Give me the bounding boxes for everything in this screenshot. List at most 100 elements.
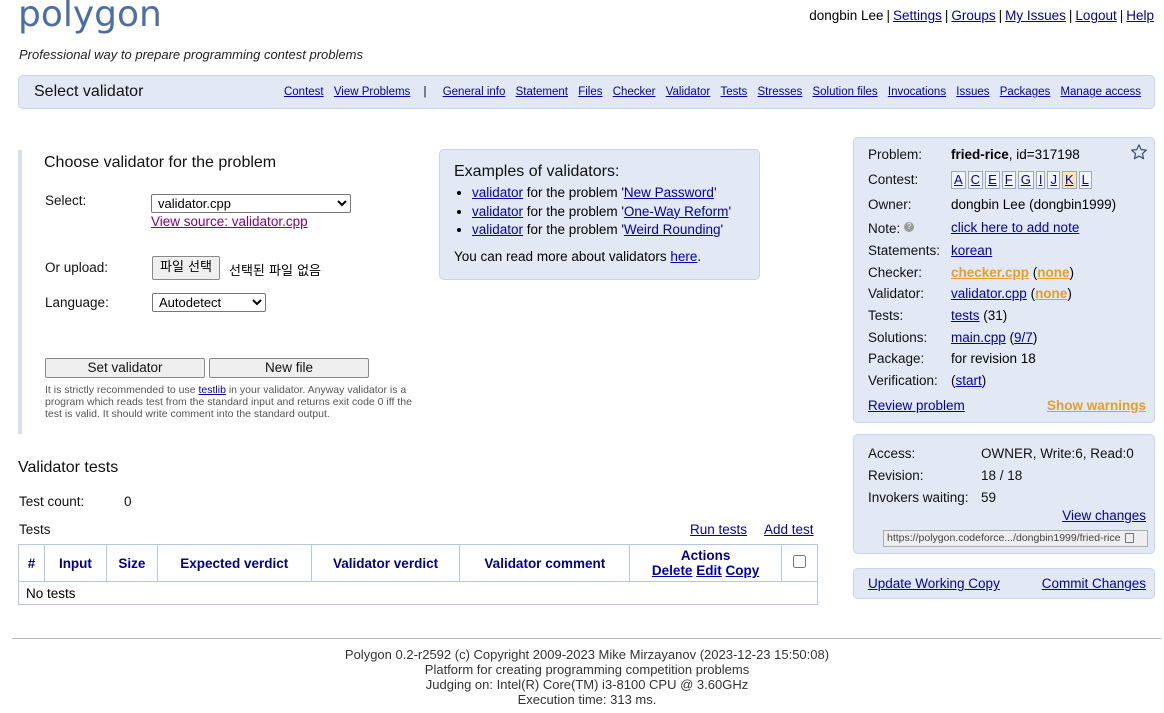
commit-changes-link[interactable]: Commit Changes [1042,576,1146,591]
groups-link[interactable]: Groups [951,8,995,23]
validator-tests-title: Validator tests [18,459,119,476]
copy-icon[interactable] [1125,533,1135,544]
contest-problem-a[interactable]: A [951,171,966,189]
checker-link[interactable]: checker.cpp [951,265,1029,280]
example-validator-link[interactable]: validator [472,222,523,237]
col-actions: Actions Delete Edit Copy [629,544,782,582]
new-file-button[interactable]: New file [209,358,369,378]
menu-packages[interactable]: Packages [1000,86,1051,98]
contest-problem-e[interactable]: E [985,171,1000,189]
footer-judging: Judging on: Intel(R) Core(TM) i3-8100 CP… [425,677,749,692]
edit-action[interactable]: Edit [696,563,722,578]
tests-link[interactable]: tests [951,308,980,323]
solutions-link[interactable]: main.cpp [951,330,1006,345]
col-expected-verdict: Expected verdict [156,544,312,582]
contest-problem-k[interactable]: K [1061,171,1077,189]
contest-problem-i[interactable]: I [1035,171,1046,189]
examples-box: Examples of validators: validator for th… [439,149,760,280]
contest-problem-g[interactable]: G [1017,171,1034,189]
help-icon[interactable]: ? [904,222,915,232]
package-label: Package: [868,351,925,366]
menu-statement[interactable]: Statement [516,86,568,98]
select-all-checkbox[interactable] [792,555,806,568]
show-warnings-link[interactable]: Show warnings [1047,398,1146,413]
menu-bar: Select validator Contest View Problems |… [18,75,1155,109]
col-select-all [780,544,819,582]
menu-files[interactable]: Files [578,86,602,98]
update-working-copy-link[interactable]: Update Working Copy [868,576,1000,591]
copy-action[interactable]: Copy [725,563,759,578]
view-changes-link[interactable]: View changes [1062,508,1146,523]
table-row: No tests [18,581,818,605]
language-select[interactable]: Autodetect [152,293,266,312]
actions-header: Actions [680,548,731,563]
testlib-note: It is strictly recommended to use testli… [45,384,412,420]
contest-problem-f[interactable]: F [1001,171,1016,189]
checker-value: checker.cpp (none) [951,265,1075,280]
menu-invocations[interactable]: Invocations [888,86,946,98]
validator-select[interactable]: validator.cpp [151,194,351,213]
no-file-text: 선택된 파일 없음 [229,264,321,279]
menu-manage-access[interactable]: Manage access [1060,86,1141,98]
validator-tests-table: # Input Size Expected verdict Validator … [18,544,819,605]
review-problem-link[interactable]: Review problem [868,398,965,413]
revision-value: 18 / 18 [981,468,1023,483]
problem-url-field[interactable]: https://polygon.codeforce.../dongbin1999… [883,530,1148,547]
add-note-link[interactable]: click here to add note [951,220,1079,235]
menu-issues[interactable]: Issues [956,86,989,98]
menu-checker[interactable]: Checker [613,86,656,98]
menu-stresses[interactable]: Stresses [758,86,803,98]
revision-label: Revision: [868,468,924,483]
statements-link[interactable]: korean [951,243,992,258]
menu-general-info[interactable]: General info [443,86,506,98]
add-test-link[interactable]: Add test [764,522,814,537]
file-choose-button[interactable]: 파일 선택 [152,256,220,280]
contest-problem-j[interactable]: J [1047,171,1060,189]
no-tests-cell: No tests [18,581,818,605]
solutions-count-link[interactable]: 9/7 [1014,330,1033,345]
validator-label: Validator: [868,286,925,301]
polygon-logo[interactable]: polygon [18,0,162,35]
menu-solution-files[interactable]: Solution files [812,86,877,98]
access-box: Access: OWNER, Write:6, Read:0 Revision:… [853,434,1155,554]
set-validator-button[interactable]: Set validator [45,358,205,378]
validator-value: validator.cpp (none) [951,286,1072,301]
problem-info-box: Problem: fried-rice, id=317198 Contest: … [853,137,1155,423]
contest-problem-c[interactable]: C [967,171,984,189]
run-tests-link[interactable]: Run tests [690,522,747,537]
footer-divider [12,638,1161,639]
menu-view-problems[interactable]: View Problems [334,86,411,98]
menu-contest[interactable]: Contest [284,86,324,98]
help-link[interactable]: Help [1126,8,1154,23]
logout-link[interactable]: Logout [1075,8,1116,23]
solutions-label: Solutions: [868,330,928,345]
menu-validator[interactable]: Validator [666,86,711,98]
settings-link[interactable]: Settings [893,8,942,23]
verification-label: Verification: [868,373,938,388]
view-source-link[interactable]: View source: validator.cpp [151,214,308,229]
checker-none-link[interactable]: none [1037,265,1069,280]
delete-action[interactable]: Delete [652,563,693,578]
menu-tests[interactable]: Tests [720,86,747,98]
list-item: validator for the problem 'New Password' [472,184,731,203]
example-validator-link[interactable]: validator [472,185,523,200]
menu-separator: | [423,86,427,98]
read-more-link[interactable]: here [670,249,697,264]
example-problem-link[interactable]: Weird Rounding [624,222,721,237]
contest-problems: ACEFGIJKL [951,171,1094,189]
contest-problem-l[interactable]: L [1078,171,1092,189]
testlib-link[interactable]: testlib [198,384,225,396]
example-problem-link[interactable]: New Password [624,185,714,200]
tests-info-value: tests (31) [951,308,1008,323]
examples-title: Examples of validators: [454,163,620,180]
star-icon[interactable] [1130,143,1148,164]
validator-link[interactable]: validator.cpp [951,286,1027,301]
example-validator-link[interactable]: validator [472,204,523,219]
example-problem-link[interactable]: One-Way Reform [624,204,729,219]
read-more-text: You can read more about validators here. [454,249,702,264]
my-issues-link[interactable]: My Issues [1005,8,1066,23]
upload-label: Or upload: [45,260,109,275]
footer-execution-time: Execution time: 313 ms. [517,692,657,707]
validator-none-link[interactable]: none [1035,286,1067,301]
verification-start-link[interactable]: start [956,373,982,388]
